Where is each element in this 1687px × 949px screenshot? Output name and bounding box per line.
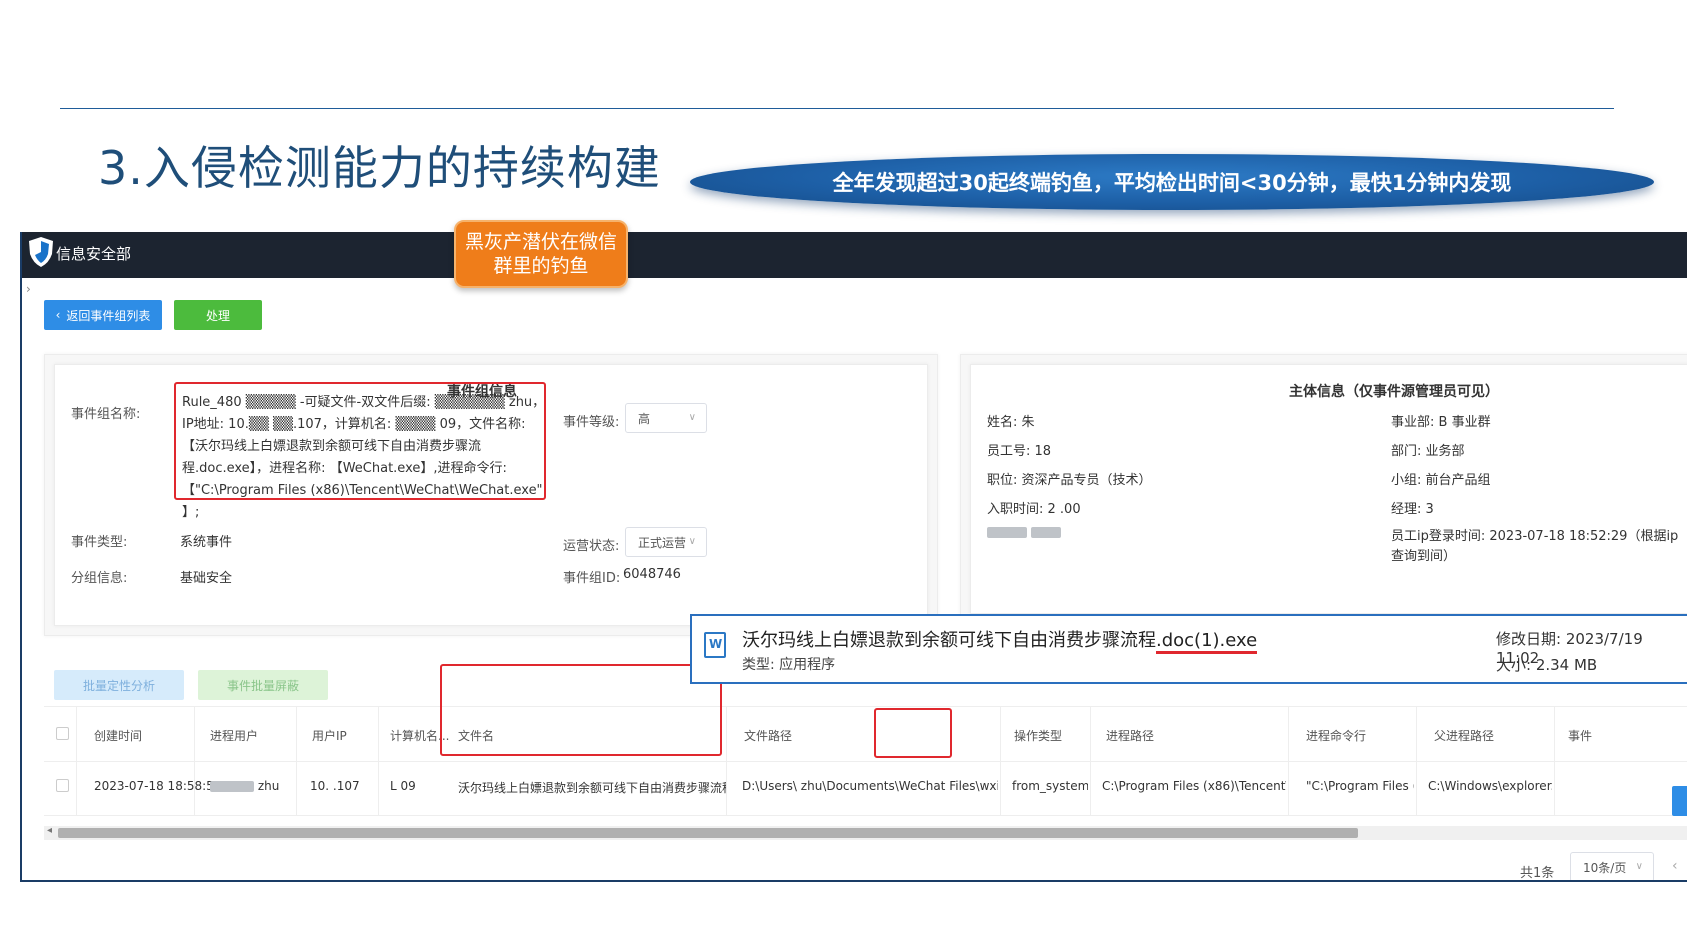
event-name-label: 事件组名称: — [71, 407, 141, 422]
process-button[interactable]: 处理 — [174, 300, 262, 330]
col-header-process-user[interactable]: 进程用户 — [210, 727, 258, 744]
popup-file-name-suffix: .doc(1).exe — [1156, 630, 1258, 654]
chevron-down-icon: ∨ — [688, 412, 696, 423]
app-header: 信息安全部 — [22, 232, 1687, 278]
subject-position: 职位: 资深产品专员（技术） — [987, 473, 1152, 488]
column-divider — [726, 707, 727, 815]
word-file-icon: W — [704, 632, 726, 658]
brand-name: 信息安全部 — [56, 245, 132, 263]
subject-team: 小组: 前台产品组 — [1391, 473, 1491, 488]
subject-emp-no: 员工号: 18 — [987, 444, 1052, 459]
popup-file-size: 大小: 2.34 MB — [1496, 656, 1598, 674]
table-row-divider — [44, 815, 1687, 816]
cell-process-user-text: zhu — [257, 779, 280, 793]
column-divider — [194, 707, 195, 815]
highlight-box-wechat-files — [874, 708, 952, 758]
batch-analysis-button[interactable]: 批量定性分析 — [54, 670, 184, 700]
col-header-file-path[interactable]: 文件路径 — [744, 727, 792, 744]
column-divider — [378, 707, 379, 815]
slide-title: 3.入侵检测能力的持续构建 — [98, 141, 661, 195]
event-type-value: 系统事件 — [180, 535, 233, 550]
file-properties-popup: W 沃尔玛线上白嫖退款到余额可线下自由消费步骤流程.doc(1).exe 类型:… — [690, 614, 1687, 684]
event-group-id-label: 事件组ID: — [563, 571, 621, 586]
select-all-checkbox[interactable] — [56, 727, 69, 740]
redaction-mark — [210, 781, 254, 792]
highlight-box-file-name — [440, 664, 722, 756]
row-action-button[interactable] — [1672, 786, 1687, 816]
status-value: 正式运营 — [638, 535, 687, 550]
chevron-down-icon: ∨ — [688, 536, 696, 547]
summary-banner: 全年发现超过30起终端钓鱼，平均检出时间<30分钟，最快1分钟内发现 — [690, 154, 1654, 210]
subject-join-date: 入职时间: 2 .00 — [987, 502, 1081, 517]
column-divider — [1090, 707, 1091, 815]
status-label: 运营状态: — [563, 539, 620, 554]
col-header-parent-path[interactable]: 父进程路径 — [1434, 727, 1494, 744]
column-divider — [1000, 707, 1001, 815]
pager-total: 共1条 — [1520, 866, 1555, 881]
event-type-label: 事件类型: — [71, 535, 128, 550]
page-size-select[interactable]: 10条/页 ∨ — [1570, 852, 1654, 880]
chevron-down-icon: ∨ — [1635, 861, 1643, 872]
status-select[interactable]: 正式运营 ∨ — [625, 527, 707, 557]
column-divider — [76, 707, 77, 815]
cell-user-ip: 10. .107 — [310, 779, 360, 793]
sidebar-toggle-icon[interactable]: › — [26, 282, 31, 296]
col-header-operation-type[interactable]: 操作类型 — [1014, 727, 1062, 744]
col-header-process-cmdline[interactable]: 进程命令行 — [1306, 727, 1366, 744]
highlight-box-event-name — [174, 382, 546, 500]
cell-operation-type: from_system — [1012, 779, 1088, 793]
cell-parent-path: C:\Windows\explorer.exe — [1428, 779, 1552, 793]
cell-file-name[interactable]: 沃尔玛线上白嫖退款到余额可线下自由消费步骤流程.doc.exe — [458, 779, 726, 796]
column-divider — [296, 707, 297, 815]
scrollbar-thumb[interactable] — [58, 828, 1358, 838]
top-divider — [60, 108, 1614, 109]
col-header-process-path[interactable]: 进程路径 — [1106, 727, 1154, 744]
event-level-value: 高 — [638, 411, 651, 426]
column-divider — [1416, 707, 1417, 815]
subject-name: 姓名: 朱 — [987, 415, 1035, 430]
cell-created-time: 2023-07-18 18:58:54 — [94, 779, 222, 793]
col-header-user-ip[interactable]: 用户IP — [312, 727, 347, 744]
event-table: 创建时间 进程用户 用户IP 计算机名... 文件名 文件路径 操作类型 进程路… — [44, 706, 1687, 826]
col-header-created-time[interactable]: 创建时间 — [94, 727, 142, 744]
subject-title: 主体信息（仅事件源管理员可见） — [1289, 384, 1499, 400]
shield-logo-icon — [29, 237, 53, 267]
summary-banner-text: 全年发现超过30起终端钓鱼，平均检出时间<30分钟，最快1分钟内发现 — [832, 171, 1512, 195]
column-divider — [1288, 707, 1289, 815]
col-header-event[interactable]: 事件 — [1568, 727, 1592, 744]
back-to-list-button[interactable]: ‹ 返回事件组列表 — [44, 300, 162, 330]
group-info-label: 分组信息: — [71, 571, 128, 586]
back-to-list-label: 返回事件组列表 — [66, 308, 151, 323]
popup-file-type: 类型: 应用程序 — [742, 657, 836, 673]
subject-dept: 部门: 业务部 — [1391, 444, 1465, 459]
cell-file-path[interactable]: D:\Users\ zhu\Documents\WeChat Files\wxi… — [742, 779, 998, 793]
event-level-label: 事件等级: — [563, 415, 620, 430]
scroll-left-icon[interactable]: ◂ — [47, 825, 52, 836]
page-size-value: 10条/页 — [1583, 860, 1627, 875]
subject-biz-dept: 事业部: B 事业群 — [1391, 415, 1491, 430]
event-level-select[interactable]: 高 ∨ — [625, 403, 707, 433]
subject-redacted-row — [987, 525, 1062, 540]
cell-computer-name: L 09 — [390, 779, 416, 793]
prev-page-icon[interactable]: ‹ — [1672, 858, 1678, 874]
batch-shield-button[interactable]: 事件批量屏蔽 — [198, 670, 328, 700]
column-divider — [1554, 707, 1555, 815]
event-group-id-value: 6048746 — [623, 567, 681, 582]
cell-process-cmdline: "C:\Program Files (x8... — [1306, 779, 1414, 793]
popup-file-name: 沃尔玛线上白嫖退款到余额可线下自由消费步骤流程.doc(1).exe — [742, 626, 1258, 654]
chevron-left-icon: ‹ — [55, 308, 61, 322]
subject-ip-login: 员工ip登录时间: 2023-07-18 18:52:29（根据ip查询到间） — [1391, 529, 1679, 564]
horizontal-scrollbar[interactable]: ◂ — [44, 825, 1687, 840]
subject-manager: 经理: 3 — [1391, 502, 1434, 517]
app-window: 信息安全部 › ‹ 返回事件组列表 处理 事件组信息 事件组名称: 事件等级: … — [20, 232, 1687, 882]
cell-process-user: zhu — [210, 779, 290, 793]
phishing-callout: 黑灰产潜伏在微信群里的钓鱼 — [454, 220, 628, 288]
cell-process-path: C:\Program Files (x86)\Tencent\WeChat\..… — [1102, 779, 1286, 793]
group-info-value: 基础安全 — [180, 571, 233, 586]
table-row-divider — [44, 761, 1687, 762]
popup-file-name-prefix: 沃尔玛线上白嫖退款到余额可线下自由消费步骤流程 — [742, 630, 1156, 651]
subject-panel: 主体信息（仅事件源管理员可见） 姓名: 朱 员工号: 18 职位: 资深产品专员… — [970, 364, 1687, 614]
row-checkbox[interactable] — [56, 779, 69, 792]
